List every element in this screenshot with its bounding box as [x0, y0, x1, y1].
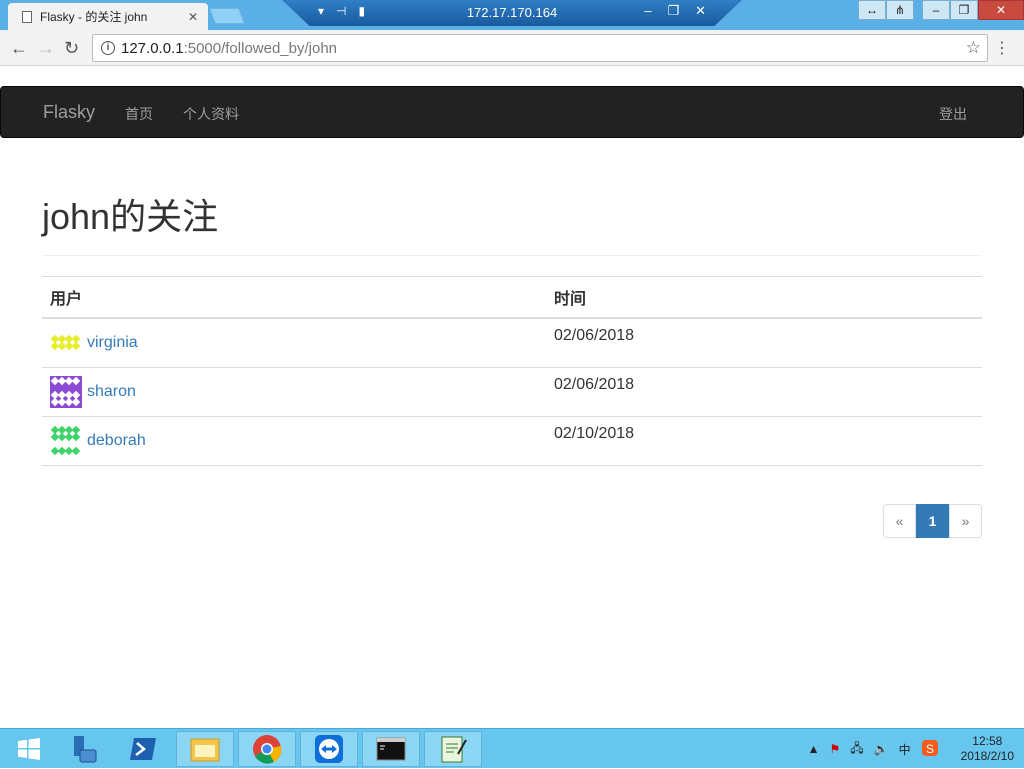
server-manager-icon[interactable]: [54, 731, 112, 767]
minimize-button[interactable]: –: [922, 0, 950, 20]
follow-date: 02/06/2018: [546, 317, 982, 368]
new-tab-button[interactable]: [209, 8, 245, 24]
url-path: :5000/followed_by/john: [183, 39, 338, 57]
window-controls: ↔ ⋔ – ❐ ✕: [858, 0, 1024, 20]
user-cell: virginia: [42, 317, 546, 368]
resize-icon[interactable]: ↔: [858, 0, 886, 20]
windows-taskbar: ▲ ⚑ 🖧 🔈 中 S 12:58 2018/2/10: [0, 728, 1024, 768]
rd-restore-icon[interactable]: ❐: [667, 3, 679, 19]
ime-indicator[interactable]: 中: [899, 741, 911, 758]
user-link[interactable]: virginia: [87, 334, 138, 352]
browser-toolbar: ← → ↻ i 127.0.0.1:5000/followed_by/john …: [0, 30, 1024, 66]
rd-minimize-icon[interactable]: –: [644, 3, 651, 19]
user-link[interactable]: sharon: [87, 383, 136, 401]
file-explorer-icon[interactable]: [176, 731, 234, 767]
nav-link-logout[interactable]: 登出: [939, 104, 967, 124]
follow-date: 02/10/2018: [546, 416, 982, 466]
table-row: virginia 02/06/2018: [42, 317, 982, 368]
tab-close-icon[interactable]: ✕: [188, 10, 198, 24]
browser-tab-strip: Flasky - 的关注 john ✕ ▾ ⊣ ▮ 172.17.170.164…: [0, 0, 1024, 30]
remote-session-bar: ▾ ⊣ ▮ 172.17.170.164 – ❐ ✕: [282, 0, 742, 26]
follow-date: 02/06/2018: [546, 367, 982, 417]
menu-icon[interactable]: ⋮: [994, 38, 1010, 58]
network-icon[interactable]: 🖧: [850, 739, 863, 760]
network-icon[interactable]: ⋔: [886, 0, 914, 20]
page-title: john的关注: [42, 188, 982, 256]
windows-logo-icon: [18, 738, 40, 760]
action-center-icon[interactable]: ⚑: [829, 742, 840, 756]
command-prompt-icon[interactable]: [362, 731, 420, 767]
browser-tab-active[interactable]: Flasky - 的关注 john ✕: [8, 3, 208, 30]
avatar[interactable]: [50, 376, 82, 408]
pagination-prev[interactable]: «: [883, 504, 916, 538]
text-editor-icon[interactable]: [424, 731, 482, 767]
avatar[interactable]: [50, 327, 82, 359]
chrome-icon[interactable]: [238, 731, 296, 767]
address-bar[interactable]: i 127.0.0.1:5000/followed_by/john ☆: [92, 34, 988, 62]
table-row: deborah 02/10/2018: [42, 416, 982, 466]
site-navbar: Flasky 首页 个人资料 登出: [0, 86, 1024, 138]
pagination-next[interactable]: »: [949, 504, 982, 538]
brand-link[interactable]: Flasky: [43, 102, 95, 123]
main-content: john的关注 用户 时间 virginia 02/06/2018 sharon 02…: [42, 188, 982, 466]
column-header-time: 时间: [546, 276, 982, 319]
table-row: sharon 02/06/2018: [42, 367, 982, 417]
bookmark-star-icon[interactable]: ☆: [966, 38, 981, 58]
teamviewer-icon[interactable]: [300, 731, 358, 767]
clock-time: 12:58: [972, 734, 1003, 748]
followed-table: 用户 时间 virginia 02/06/2018 sharon 02/06/2018…: [42, 276, 982, 466]
tab-title: Flasky - 的关注 john: [40, 10, 148, 24]
reload-icon[interactable]: ↻: [64, 38, 79, 59]
avatar[interactable]: [50, 425, 82, 457]
powershell-icon[interactable]: [114, 731, 172, 767]
volume-icon[interactable]: 🔈: [874, 742, 889, 756]
nav-link-profile[interactable]: 个人资料: [183, 104, 239, 124]
system-tray: ▲ ⚑ 🖧 🔈 中 S 12:58 2018/2/10: [808, 729, 1024, 769]
back-icon[interactable]: ←: [10, 38, 28, 59]
nav-link-home[interactable]: 首页: [125, 104, 153, 124]
page-icon: [22, 10, 32, 23]
user-cell: sharon: [42, 367, 546, 417]
sogou-input-icon[interactable]: S: [921, 739, 939, 760]
rd-close-icon[interactable]: ✕: [695, 3, 706, 19]
svg-text:S: S: [926, 742, 934, 756]
column-header-user: 用户: [42, 276, 546, 319]
pagination: « 1 »: [883, 504, 982, 538]
forward-icon[interactable]: →: [37, 38, 55, 59]
info-icon[interactable]: i: [101, 41, 115, 55]
user-cell: deborah: [42, 416, 546, 466]
user-link[interactable]: deborah: [87, 432, 146, 450]
pagination-page-1[interactable]: 1: [916, 504, 949, 538]
start-button[interactable]: [0, 731, 58, 767]
close-button[interactable]: ✕: [978, 0, 1024, 20]
clock-date: 2018/2/10: [960, 749, 1014, 763]
clock[interactable]: 12:58 2018/2/10: [961, 734, 1014, 764]
tray-expand-icon[interactable]: ▲: [808, 742, 820, 756]
url-host: 127.0.0.1: [121, 39, 184, 57]
restore-button[interactable]: ❐: [950, 0, 978, 20]
